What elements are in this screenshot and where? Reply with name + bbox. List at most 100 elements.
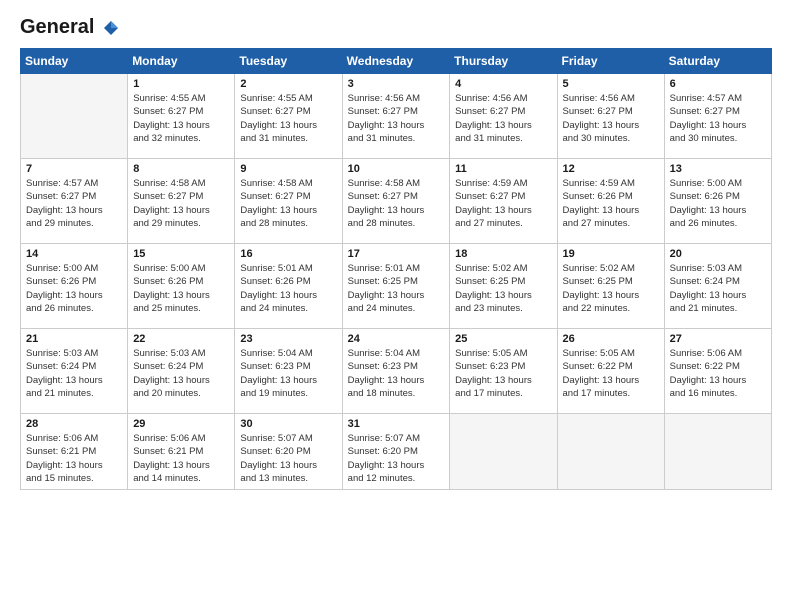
- header-day: Wednesday: [342, 49, 450, 74]
- day-number: 14: [26, 248, 122, 260]
- calendar-cell: 3 Sunrise: 4:56 AM Sunset: 6:27 PM Daylig…: [342, 74, 450, 159]
- day-info: Sunrise: 5:04 AM Sunset: 6:23 PM Dayligh…: [240, 347, 336, 400]
- header-row: SundayMondayTuesdayWednesdayThursdayFrid…: [21, 49, 772, 74]
- day-info: Sunrise: 5:02 AM Sunset: 6:25 PM Dayligh…: [563, 262, 659, 315]
- calendar-cell: 9 Sunrise: 4:58 AM Sunset: 6:27 PM Daylig…: [235, 159, 342, 244]
- calendar-cell: 2Sunrise: 4:55 AM Sunset: 6:27 PM Daylig…: [235, 74, 342, 159]
- calendar-week: 7 Sunrise: 4:57 AM Sunset: 6:27 PM Daylig…: [21, 159, 772, 244]
- day-info: Sunrise: 5:01 AM Sunset: 6:26 PM Dayligh…: [240, 262, 336, 315]
- calendar-header: SundayMondayTuesdayWednesdayThursdayFrid…: [21, 49, 772, 74]
- day-info: Sunrise: 5:06 AM Sunset: 6:22 PM Dayligh…: [670, 347, 766, 400]
- day-number: 22: [133, 333, 229, 345]
- day-number: 6: [670, 78, 766, 90]
- calendar-body: 1 Sunrise: 4:55 AM Sunset: 6:27 PM Daylig…: [21, 74, 772, 490]
- day-number: 2: [240, 78, 336, 90]
- day-info: Sunrise: 5:05 AM Sunset: 6:22 PM Dayligh…: [563, 347, 659, 400]
- calendar-cell: 12 Sunrise: 4:59 AM Sunset: 6:26 PM Dayli…: [557, 159, 664, 244]
- day-info: Sunrise: 4:57 AM Sunset: 6:27 PM Dayligh…: [670, 92, 766, 145]
- day-number: 20: [670, 248, 766, 260]
- calendar-cell: 5Sunrise: 4:56 AM Sunset: 6:27 PM Daylig…: [557, 74, 664, 159]
- day-info: Sunrise: 5:02 AM Sunset: 6:25 PM Dayligh…: [455, 262, 551, 315]
- day-number: 15: [133, 248, 229, 260]
- day-info: Sunrise: 4:56 AM Sunset: 6:27 PM Dayligh…: [455, 92, 551, 145]
- day-number: 4: [455, 78, 551, 90]
- day-number: 18: [455, 248, 551, 260]
- calendar-cell: 22 Sunrise: 5:03 AM Sunset: 6:24 PM Dayli…: [128, 329, 235, 414]
- header-day: Thursday: [450, 49, 557, 74]
- calendar-table: SundayMondayTuesdayWednesdayThursdayFrid…: [20, 48, 772, 490]
- day-info: Sunrise: 4:55 AM Sunset: 6:27 PM Dayligh…: [133, 92, 229, 145]
- calendar-cell: 20 Sunrise: 5:03 AM Sunset: 6:24 PM Dayli…: [664, 244, 771, 329]
- day-number: 3: [348, 78, 445, 90]
- day-info: Sunrise: 4:59 AM Sunset: 6:26 PM Dayligh…: [563, 177, 659, 230]
- day-info: Sunrise: 4:57 AM Sunset: 6:27 PM Dayligh…: [26, 177, 122, 230]
- day-number: 1: [133, 78, 229, 90]
- day-info: Sunrise: 5:01 AM Sunset: 6:25 PM Dayligh…: [348, 262, 445, 315]
- day-number: 11: [455, 163, 551, 175]
- logo-icon: [102, 19, 120, 37]
- logo: General: [20, 16, 120, 38]
- day-info: Sunrise: 5:00 AM Sunset: 6:26 PM Dayligh…: [26, 262, 122, 315]
- header-day: Sunday: [21, 49, 128, 74]
- day-number: 13: [670, 163, 766, 175]
- day-info: Sunrise: 4:58 AM Sunset: 6:27 PM Dayligh…: [133, 177, 229, 230]
- calendar-cell: 14 Sunrise: 5:00 AM Sunset: 6:26 PM Dayli…: [21, 244, 128, 329]
- calendar-week: 1 Sunrise: 4:55 AM Sunset: 6:27 PM Daylig…: [21, 74, 772, 159]
- day-number: 28: [26, 418, 122, 430]
- calendar-cell: 17 Sunrise: 5:01 AM Sunset: 6:25 PM Dayli…: [342, 244, 450, 329]
- day-number: 24: [348, 333, 445, 345]
- header-day: Tuesday: [235, 49, 342, 74]
- day-info: Sunrise: 5:03 AM Sunset: 6:24 PM Dayligh…: [133, 347, 229, 400]
- day-info: Sunrise: 5:00 AM Sunset: 6:26 PM Dayligh…: [670, 177, 766, 230]
- calendar-cell: 16 Sunrise: 5:01 AM Sunset: 6:26 PM Dayli…: [235, 244, 342, 329]
- calendar-cell: 10Sunrise: 4:58 AM Sunset: 6:27 PM Dayli…: [342, 159, 450, 244]
- day-info: Sunrise: 5:07 AM Sunset: 6:20 PM Dayligh…: [348, 432, 445, 485]
- calendar-cell: 1 Sunrise: 4:55 AM Sunset: 6:27 PM Daylig…: [128, 74, 235, 159]
- header-day: Monday: [128, 49, 235, 74]
- day-number: 19: [563, 248, 659, 260]
- day-number: 16: [240, 248, 336, 260]
- calendar-cell: 4 Sunrise: 4:56 AM Sunset: 6:27 PM Daylig…: [450, 74, 557, 159]
- calendar-cell: [557, 414, 664, 490]
- calendar-cell: 15Sunrise: 5:00 AM Sunset: 6:26 PM Dayli…: [128, 244, 235, 329]
- page: General SundayMondayTuesdayWednesdayThur…: [0, 0, 792, 612]
- day-number: 23: [240, 333, 336, 345]
- calendar-cell: 18 Sunrise: 5:02 AM Sunset: 6:25 PM Dayli…: [450, 244, 557, 329]
- header-day: Friday: [557, 49, 664, 74]
- calendar-cell: 11Sunrise: 4:59 AM Sunset: 6:27 PM Dayli…: [450, 159, 557, 244]
- calendar-cell: 26Sunrise: 5:05 AM Sunset: 6:22 PM Dayli…: [557, 329, 664, 414]
- calendar-cell: 8 Sunrise: 4:58 AM Sunset: 6:27 PM Daylig…: [128, 159, 235, 244]
- calendar-cell: 30Sunrise: 5:07 AM Sunset: 6:20 PM Dayli…: [235, 414, 342, 490]
- day-number: 17: [348, 248, 445, 260]
- day-info: Sunrise: 4:56 AM Sunset: 6:27 PM Dayligh…: [348, 92, 445, 145]
- calendar-cell: 21 Sunrise: 5:03 AM Sunset: 6:24 PM Dayli…: [21, 329, 128, 414]
- day-number: 25: [455, 333, 551, 345]
- calendar-cell: 31 Sunrise: 5:07 AM Sunset: 6:20 PM Dayli…: [342, 414, 450, 490]
- calendar-cell: 29Sunrise: 5:06 AM Sunset: 6:21 PM Dayli…: [128, 414, 235, 490]
- calendar-week: 14 Sunrise: 5:00 AM Sunset: 6:26 PM Dayli…: [21, 244, 772, 329]
- calendar-cell: [21, 74, 128, 159]
- day-number: 5: [563, 78, 659, 90]
- day-number: 8: [133, 163, 229, 175]
- day-number: 10: [348, 163, 445, 175]
- calendar-cell: 6 Sunrise: 4:57 AM Sunset: 6:27 PM Daylig…: [664, 74, 771, 159]
- calendar-cell: [450, 414, 557, 490]
- day-number: 7: [26, 163, 122, 175]
- logo-general: General: [20, 16, 120, 38]
- day-number: 31: [348, 418, 445, 430]
- day-info: Sunrise: 5:03 AM Sunset: 6:24 PM Dayligh…: [26, 347, 122, 400]
- day-number: 21: [26, 333, 122, 345]
- day-info: Sunrise: 4:58 AM Sunset: 6:27 PM Dayligh…: [240, 177, 336, 230]
- day-info: Sunrise: 5:03 AM Sunset: 6:24 PM Dayligh…: [670, 262, 766, 315]
- day-info: Sunrise: 5:07 AM Sunset: 6:20 PM Dayligh…: [240, 432, 336, 485]
- calendar-cell: 25 Sunrise: 5:05 AM Sunset: 6:23 PM Dayli…: [450, 329, 557, 414]
- calendar-cell: 28 Sunrise: 5:06 AM Sunset: 6:21 PM Dayli…: [21, 414, 128, 490]
- day-number: 9: [240, 163, 336, 175]
- day-number: 12: [563, 163, 659, 175]
- header: General: [20, 16, 772, 38]
- header-day: Saturday: [664, 49, 771, 74]
- day-info: Sunrise: 5:06 AM Sunset: 6:21 PM Dayligh…: [26, 432, 122, 485]
- day-info: Sunrise: 5:05 AM Sunset: 6:23 PM Dayligh…: [455, 347, 551, 400]
- calendar-cell: [664, 414, 771, 490]
- calendar-week: 28 Sunrise: 5:06 AM Sunset: 6:21 PM Dayli…: [21, 414, 772, 490]
